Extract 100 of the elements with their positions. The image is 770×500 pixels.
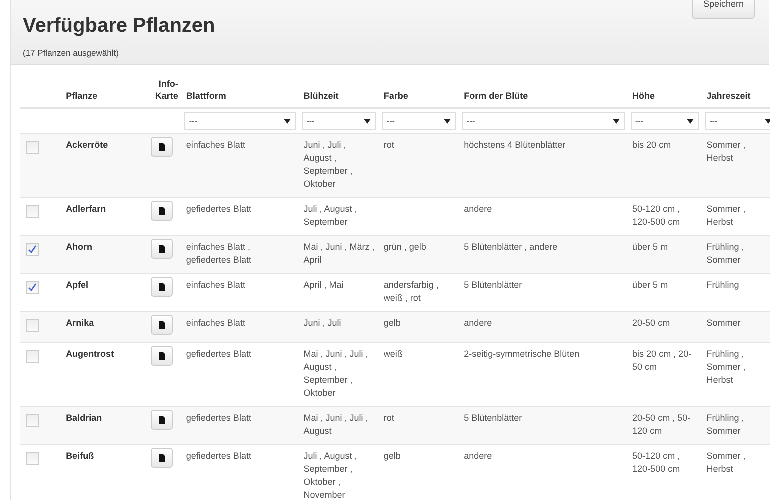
document-icon xyxy=(159,207,166,215)
info-card-button[interactable] xyxy=(151,137,174,157)
table-cell: gefiedertes Blatt xyxy=(186,349,252,359)
table-cell: Mai , Juni , März , April xyxy=(304,242,375,265)
table-cell: Frühling , Sommer xyxy=(706,413,744,436)
plant-name: Adlerfarn xyxy=(66,204,106,214)
table-cell: über 5 m xyxy=(632,280,668,290)
column-header: Blühzeit xyxy=(304,91,339,101)
table-cell: 20-50 cm , 50-120 cm xyxy=(632,413,691,436)
document-icon xyxy=(159,283,166,291)
caret-icon xyxy=(686,118,694,124)
table-cell: andere xyxy=(464,451,492,461)
filter-select[interactable]: --- xyxy=(382,112,456,130)
table-cell: 5 Blütenblätter xyxy=(464,280,522,290)
page-title: Verfügbare Pflanzen xyxy=(23,14,216,38)
table-cell: gefiedertes Blatt xyxy=(186,451,252,461)
table-cell: einfaches Blatt xyxy=(186,318,246,328)
table-cell: Juli , August , September xyxy=(304,204,358,227)
column-header: Form der Blüte xyxy=(464,91,528,101)
column-header: Info-Karte xyxy=(155,79,178,101)
row-checkbox[interactable] xyxy=(26,281,39,294)
plant-name: Ackerröte xyxy=(66,140,108,150)
table-cell: Frühling xyxy=(706,280,740,290)
column-header: Pflanze xyxy=(66,91,98,101)
table-cell: 20-50 cm xyxy=(632,318,670,328)
caret-icon xyxy=(364,118,371,124)
filter-select[interactable]: --- xyxy=(630,112,699,130)
column-header: Höhe xyxy=(632,91,656,101)
table-cell: grün , gelb xyxy=(384,242,426,252)
column-header: Blattform xyxy=(186,91,226,101)
table-cell: Mai , Juni , Juli , August xyxy=(304,413,368,436)
table-cell: Sommer , Herbst xyxy=(706,140,746,163)
row-checkbox[interactable] xyxy=(26,452,39,465)
plant-name: Baldrian xyxy=(66,413,102,423)
table-cell: rot xyxy=(384,413,394,423)
table-cell: weiß xyxy=(384,349,403,359)
document-icon xyxy=(159,352,166,360)
table-cell: April , Mai xyxy=(304,280,344,290)
filter-select[interactable]: --- xyxy=(462,112,625,130)
table-cell: Frühling , Sommer xyxy=(706,242,744,265)
table-cell: 50-120 cm , 120-500 cm xyxy=(632,204,680,227)
table-cell: einfaches Blatt , gefiedertes Blatt xyxy=(186,242,252,265)
table-cell: gefiedertes Blatt xyxy=(186,204,252,214)
document-icon xyxy=(159,245,166,253)
caret-icon xyxy=(284,118,291,124)
filter-select[interactable]: --- xyxy=(704,112,770,130)
table-cell: Mai , Juni , Juli , August , September , Oktober xyxy=(304,349,368,398)
table-cell: Sommer , Herbst xyxy=(706,451,746,474)
document-icon xyxy=(159,143,166,151)
table-cell: gelb xyxy=(384,451,401,461)
table-cell: 50-120 cm , 120-500 cm xyxy=(632,451,680,474)
info-card-button[interactable] xyxy=(151,315,174,335)
table-cell: einfaches Blatt xyxy=(186,140,246,150)
table-cell: bis 20 cm , 20-50 cm xyxy=(632,349,692,372)
table-cell: einfaches Blatt xyxy=(186,280,246,290)
table-cell: Frühling , Sommer , Herbst xyxy=(706,349,746,385)
info-card-button[interactable] xyxy=(151,201,174,221)
caret-icon xyxy=(765,118,770,124)
table-cell: gelb xyxy=(384,318,401,328)
table-cell: Juni , Juli , August , September , Oktober xyxy=(304,140,353,189)
table-cell: andersfarbig , weiß , rot xyxy=(384,280,439,303)
table-cell: über 5 m xyxy=(632,242,668,252)
caret-icon xyxy=(612,118,620,124)
info-card-button[interactable] xyxy=(151,410,174,430)
row-checkbox[interactable] xyxy=(26,319,39,332)
row-checkbox[interactable] xyxy=(26,205,39,218)
info-card-button[interactable] xyxy=(151,277,174,297)
table-cell: gefiedertes Blatt xyxy=(186,413,252,423)
info-card-button[interactable] xyxy=(151,448,174,468)
column-header: Farbe xyxy=(384,91,408,101)
caret-icon xyxy=(444,118,452,124)
row-checkbox[interactable] xyxy=(26,350,39,363)
table-cell: andere xyxy=(464,204,492,214)
selection-count: (17 Pflanzen ausgewählt) xyxy=(23,48,120,58)
info-card-button[interactable] xyxy=(151,346,174,366)
row-checkbox[interactable] xyxy=(26,141,39,154)
table-cell: Sommer , Herbst xyxy=(706,204,746,227)
table-cell: bis 20 cm xyxy=(632,140,672,150)
table-cell: Juni , Juli xyxy=(304,318,342,328)
plant-name: Arnika xyxy=(66,318,94,328)
plant-name: Beifuß xyxy=(66,451,94,461)
row-checkbox[interactable] xyxy=(26,414,39,427)
filter-select[interactable]: --- xyxy=(184,112,296,130)
table-cell: rot xyxy=(384,140,394,150)
row-checkbox[interactable] xyxy=(26,243,39,256)
table-cell: Sommer xyxy=(706,318,741,328)
save-button[interactable]: Speichern xyxy=(692,0,755,19)
info-card-button[interactable] xyxy=(151,239,174,259)
table-cell: Juli , August , September , Oktober , November xyxy=(304,451,358,500)
plant-name: Augentrost xyxy=(66,349,114,359)
column-header: Jahreszeit xyxy=(706,91,751,101)
document-icon xyxy=(159,321,166,329)
document-icon xyxy=(159,454,166,462)
table-cell: andere xyxy=(464,318,492,328)
document-icon xyxy=(159,416,166,424)
table-cell: 5 Blütenblätter , andere xyxy=(464,242,558,252)
table-cell: höchstens 4 Blütenblätter xyxy=(464,140,566,150)
table-cell: 5 Blütenblätter xyxy=(464,413,522,423)
filter-select[interactable]: --- xyxy=(302,112,376,130)
table-cell: 2-seitig-symmetrische Blüten xyxy=(464,349,580,359)
